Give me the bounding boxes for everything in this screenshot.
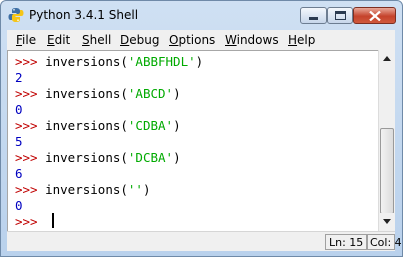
column-number: Col: 4 xyxy=(367,234,402,250)
string-literal: 'CDBA' xyxy=(127,118,174,133)
menu-windows[interactable]: Windows xyxy=(225,33,279,47)
text-cursor xyxy=(52,213,54,228)
minimize-icon xyxy=(309,17,318,20)
prompt: >>> xyxy=(15,54,38,69)
minimize-button[interactable] xyxy=(300,7,327,24)
scroll-down-button[interactable] xyxy=(379,213,395,230)
scroll-up-button[interactable] xyxy=(379,50,395,67)
menu-bar: File Edit Shell Debug Options Windows He… xyxy=(7,30,395,50)
prompt: >>> xyxy=(15,150,38,165)
close-icon xyxy=(369,11,381,21)
menu-help[interactable]: Help xyxy=(288,33,315,47)
string-literal: 'ABBFHDL' xyxy=(127,54,196,69)
input-line: >>> inversions('ABBFHDL') xyxy=(15,54,204,69)
maximize-button[interactable] xyxy=(327,7,353,24)
scrollbar-thumb[interactable] xyxy=(380,128,394,214)
python-icon xyxy=(8,8,24,22)
prompt: >>> xyxy=(15,182,38,197)
vertical-scrollbar[interactable] xyxy=(378,50,395,231)
output-line: 2 xyxy=(15,70,23,85)
status-bar: Ln: 15 Col: 4 xyxy=(7,231,402,251)
current-prompt-line[interactable]: >>> xyxy=(15,214,38,229)
menu-file[interactable]: File xyxy=(16,33,36,47)
arrow-up-icon xyxy=(383,56,391,61)
shell-editor[interactable]: >>> inversions('ABBFHDL') 2 >>> inversio… xyxy=(7,50,378,231)
line-number: Ln: 15 xyxy=(325,234,367,250)
output-line: 6 xyxy=(15,166,23,181)
string-literal: 'DCBA' xyxy=(127,150,174,165)
input-line: >>> inversions('') xyxy=(15,182,151,197)
input-line: >>> inversions('ABCD') xyxy=(15,86,181,101)
maximize-icon xyxy=(335,11,346,20)
input-line: >>> inversions('DCBA') xyxy=(15,150,181,165)
menu-shell[interactable]: Shell xyxy=(82,33,111,47)
menu-edit[interactable]: Edit xyxy=(47,33,70,47)
output-line: 5 xyxy=(15,134,23,149)
prompt: >>> xyxy=(15,86,38,101)
input-line: >>> inversions('CDBA') xyxy=(15,118,181,133)
output-line: 0 xyxy=(15,198,23,213)
close-button[interactable] xyxy=(353,7,396,24)
string-literal: '' xyxy=(127,182,143,197)
arrow-down-icon xyxy=(383,219,391,224)
menu-debug[interactable]: Debug xyxy=(120,33,159,47)
python-shell-window: Python 3.4.1 Shell File Edit Shell Debug… xyxy=(0,0,403,257)
output-line: 0 xyxy=(15,102,23,117)
window-title: Python 3.4.1 Shell xyxy=(29,8,139,22)
prompt: >>> xyxy=(15,214,38,229)
title-bar[interactable]: Python 3.4.1 Shell xyxy=(1,1,402,29)
menu-options[interactable]: Options xyxy=(169,33,215,47)
string-literal: 'ABCD' xyxy=(127,86,174,101)
prompt: >>> xyxy=(15,118,38,133)
